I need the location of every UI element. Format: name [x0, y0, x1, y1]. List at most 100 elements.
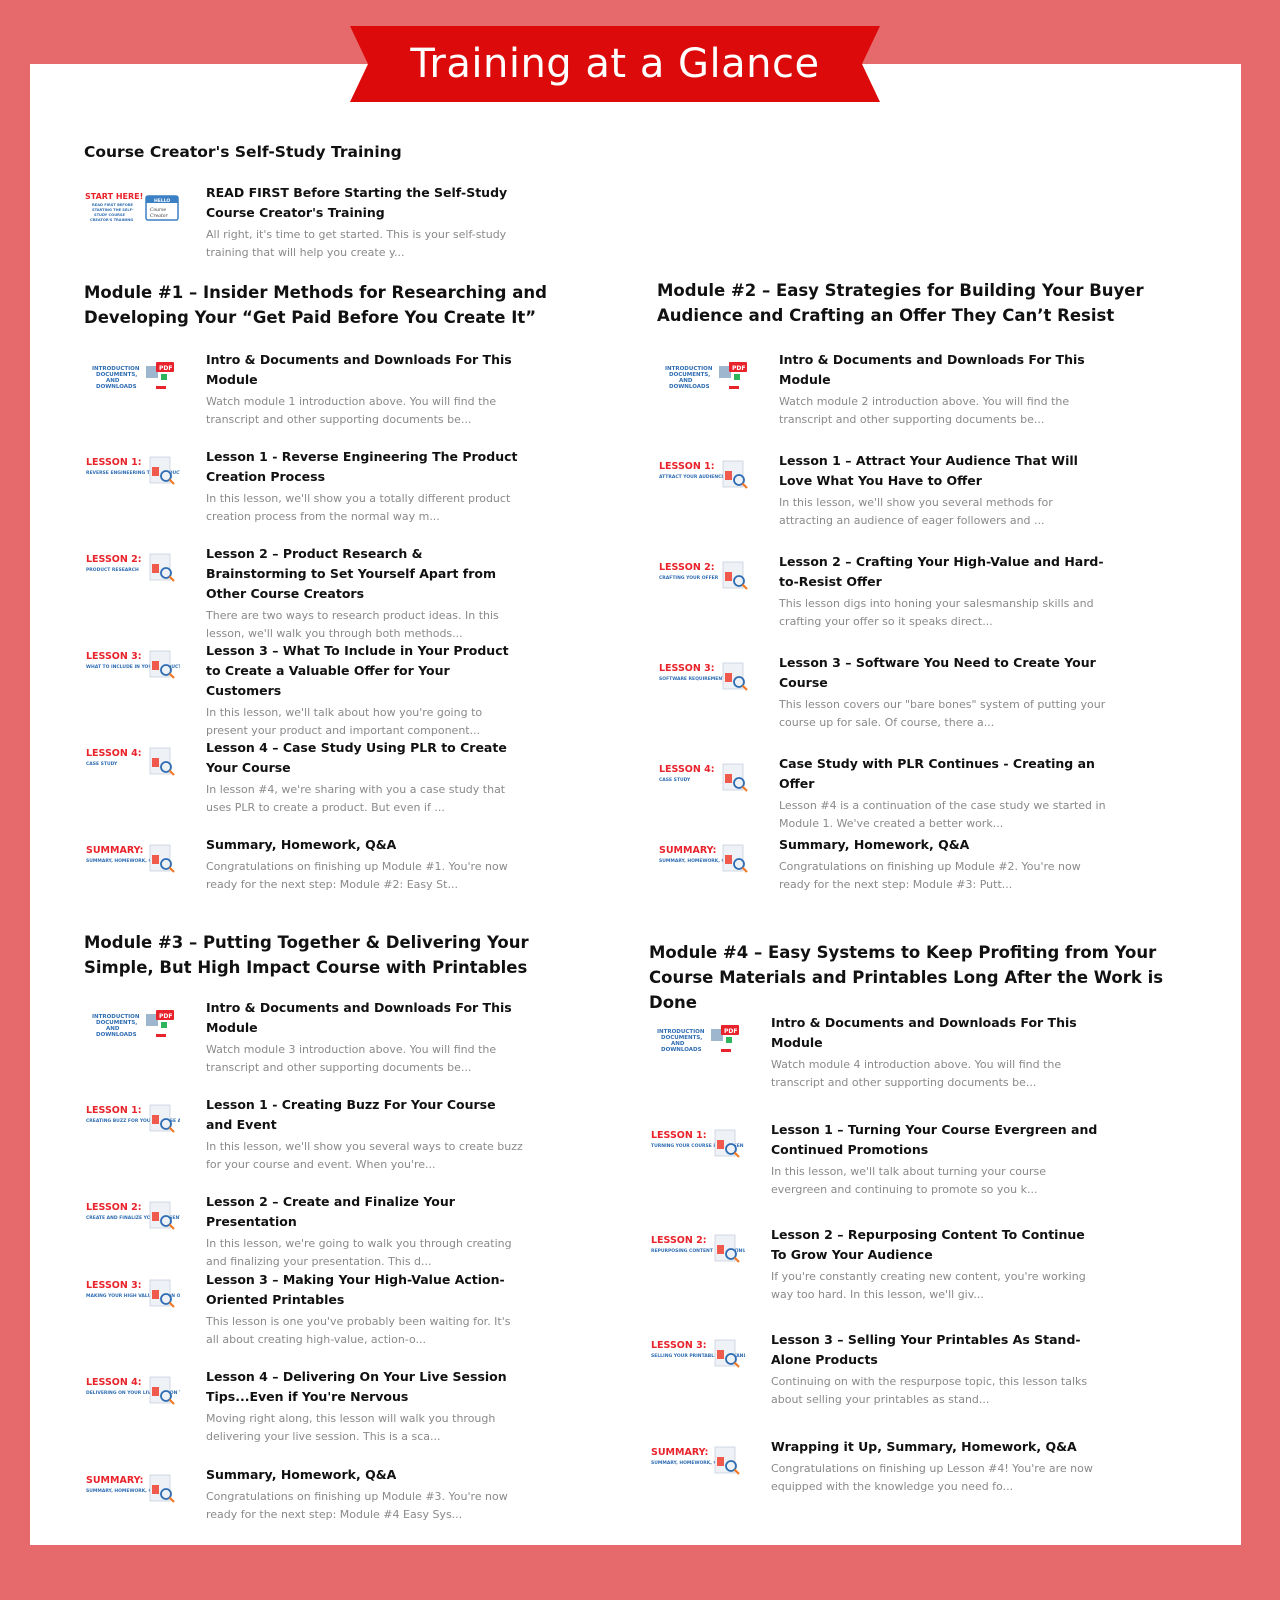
module-title: Module #2 – Easy Strategies for Building… — [657, 281, 1144, 325]
lesson-excerpt: This lesson is one you've probably been … — [206, 1315, 511, 1346]
lesson-excerpt: If you're constantly creating new conten… — [771, 1270, 1086, 1301]
lesson-thumbnail: LESSON 2:CREATE AND FINALIZE YOUR PRESEN… — [86, 1201, 180, 1230]
lesson-thumbnail: INTRODUCTIONDOCUMENTS,ANDDOWNLOADSPDF — [657, 1025, 739, 1053]
thumb-label: LESSON 2: — [659, 562, 715, 573]
thumb-label: LESSON 3: — [659, 663, 715, 674]
lesson-title-link[interactable]: Case Study with PLR Continues - Creating… — [779, 754, 1109, 794]
lesson-title-link[interactable]: Intro & Documents and Downloads For This… — [779, 350, 1109, 390]
lesson-excerpt: In this lesson, we'll show you a totally… — [206, 492, 511, 523]
lesson-title-link[interactable]: Summary, Homework, Q&A — [206, 835, 526, 855]
svg-text:PDF: PDF — [159, 1013, 172, 1020]
lesson-excerpt: In this lesson, we're going to walk you … — [206, 1237, 512, 1268]
lesson-thumbnail: START HERE! READ FIRST BEFORESTARTING THE… — [85, 192, 179, 222]
module-3-section: Module #3 – Putting Together & Deliverin… — [84, 930, 604, 980]
thumb-label: LESSON 3: — [86, 1280, 142, 1291]
thumb-label: LESSON 4: — [86, 1377, 142, 1388]
lesson-title-link[interactable]: Lesson 3 – What To Include in Your Produ… — [206, 641, 526, 701]
lesson-title-link[interactable]: READ FIRST Before Starting the Self-Stud… — [206, 183, 526, 223]
intro-section: Course Creator's Self-Study Training — [84, 140, 584, 165]
lesson-thumbnail: SUMMARY: SUMMARY, HOMEWORK, Q&A — [86, 1474, 175, 1503]
lesson-title-link[interactable]: Lesson 4 – Delivering On Your Live Sessi… — [206, 1367, 526, 1407]
lesson-thumbnail: LESSON 4:DELIVERING ON YOUR LIVE SESSION… — [86, 1376, 180, 1405]
lesson-title-link[interactable]: Lesson 3 – Making Your High-Value Action… — [206, 1270, 526, 1310]
section-title: Course Creator's Self-Study Training — [84, 143, 402, 161]
lesson-excerpt: All right, it's time to get started. Thi… — [206, 228, 507, 259]
lesson-title-link[interactable]: Lesson 2 – Crafting Your High-Value and … — [779, 552, 1109, 592]
lesson-thumbnail: LESSON 3:WHAT TO INCLUDE IN YOUR PRODUCT — [86, 650, 180, 679]
module-4-section: Module #4 – Easy Systems to Keep Profiti… — [649, 940, 1209, 1015]
thumb-label: LESSON 3: — [651, 1340, 707, 1351]
svg-text:READ FIRST BEFORE: READ FIRST BEFORE — [92, 203, 134, 207]
thumb-sub: SUMMARY, HOMEWORK, Q&A — [86, 1488, 160, 1494]
lesson-title-link[interactable]: Summary, Homework, Q&A — [779, 835, 1109, 855]
thumb-sub: CASE STUDY — [659, 777, 691, 783]
svg-text:HELLO: HELLO — [154, 198, 170, 204]
lesson-title-link[interactable]: Summary, Homework, Q&A — [206, 1465, 526, 1485]
lesson-thumbnail: LESSON 4: CASE STUDY — [86, 747, 175, 776]
lesson-excerpt: Watch module 3 introduction above. You w… — [206, 1043, 497, 1074]
lesson-title-link[interactable]: Lesson 1 – Attract Your Audience That Wi… — [779, 451, 1109, 491]
thumb-label: LESSON 4: — [86, 748, 142, 759]
thumb-label: SUMMARY: — [86, 1475, 143, 1486]
lesson-title-link[interactable]: Lesson 3 – Software You Need to Create Y… — [779, 653, 1109, 693]
svg-text:PDF: PDF — [732, 365, 745, 372]
lesson-excerpt: In lesson #4, we're sharing with you a c… — [206, 783, 506, 814]
lesson-title-link[interactable]: Lesson 1 – Turning Your Course Evergreen… — [771, 1120, 1101, 1160]
thumb-label: LESSON 1: — [659, 461, 715, 472]
lesson-title-link[interactable]: Intro & Documents and Downloads For This… — [771, 1013, 1101, 1053]
lesson-thumbnail: INTRODUCTIONDOCUMENTS,ANDDOWNLOADSPDF — [92, 362, 174, 390]
lesson-thumbnail: LESSON 2:REPURPOSING CONTENT TO CONTINUE… — [651, 1234, 745, 1263]
svg-text:PDF: PDF — [724, 1028, 737, 1035]
lesson-excerpt: Congratulations on finishing up Module #… — [206, 1490, 508, 1521]
svg-text:CREATOR'S TRAINING: CREATOR'S TRAINING — [90, 218, 133, 222]
svg-text:STARTING THE SELF-: STARTING THE SELF- — [92, 208, 134, 212]
thumb-sub: SOFTWARE REQUIREMENTS — [659, 676, 728, 682]
page-title: Training at a Glance — [410, 41, 820, 87]
lesson-title-link[interactable]: Wrapping it Up, Summary, Homework, Q&A — [771, 1437, 1101, 1457]
module-title: Module #3 – Putting Together & Deliverin… — [84, 933, 529, 977]
lesson-excerpt: Lesson #4 is a continuation of the case … — [779, 799, 1106, 830]
lesson-excerpt: In this lesson, we'll talk about turning… — [771, 1165, 1046, 1196]
lesson-excerpt: Continuing on with the respurpose topic,… — [771, 1375, 1088, 1406]
lesson-thumbnail: INTRODUCTIONDOCUMENTS,ANDDOWNLOADSPDF — [665, 362, 747, 390]
lesson-title-link[interactable]: Lesson 3 – Selling Your Printables As St… — [771, 1330, 1101, 1370]
module-title: Module #1 – Insider Methods for Research… — [84, 283, 547, 327]
lesson-excerpt: This lesson covers our "bare bones" syst… — [779, 698, 1106, 729]
module-1-section: Module #1 – Insider Methods for Research… — [84, 280, 604, 330]
lesson-thumbnail: SUMMARY: SUMMARY, HOMEWORK, Q&A — [86, 844, 175, 873]
lesson-title-link[interactable]: Lesson 1 - Reverse Engineering The Produ… — [206, 447, 526, 487]
svg-text:STUDY COURSE: STUDY COURSE — [94, 213, 125, 217]
thumb-sub: SUMMARY, HOMEWORK, Q&A — [86, 858, 160, 864]
lesson-excerpt: This lesson digs into honing your salesm… — [779, 597, 1094, 628]
lesson-title-link[interactable]: Lesson 4 – Case Study Using PLR to Creat… — [206, 738, 526, 778]
lesson-thumbnail: LESSON 2: PRODUCT RESEARCH — [86, 553, 175, 582]
thumb-label: LESSON 1: — [86, 1105, 142, 1116]
lesson-thumbnail: LESSON 3:SELLING YOUR PRINTABLES AS STAN… — [651, 1339, 745, 1368]
lesson-thumbnail: LESSON 1:CREATING BUZZ FOR YOUR COURSE A… — [86, 1104, 180, 1133]
lesson-title-link[interactable]: Lesson 2 – Product Research & Brainstorm… — [206, 544, 526, 604]
lesson-thumbnail: LESSON 2: CRAFTING YOUR OFFER — [659, 561, 748, 590]
thumb-sub: SUMMARY, HOMEWORK, Q&A — [651, 1460, 725, 1466]
thumb-sub: ATTRACT YOUR AUDIENCE — [659, 474, 725, 480]
lesson-thumbnail: SUMMARY: SUMMARY, HOMEWORK, Q&A — [651, 1446, 740, 1475]
thumb-label: LESSON 2: — [86, 554, 142, 565]
lesson-title-link[interactable]: Lesson 2 – Create and Finalize Your Pres… — [206, 1192, 526, 1232]
lesson-excerpt: Congratulations on finishing up Lesson #… — [771, 1462, 1093, 1493]
lesson-title-link[interactable]: Intro & Documents and Downloads For This… — [206, 998, 526, 1038]
thumb-sub: SUMMARY, HOMEWORK, Q&A — [659, 858, 733, 864]
thumb-label: START HERE! — [85, 192, 143, 201]
svg-text:DOWNLOADS: DOWNLOADS — [96, 1032, 137, 1038]
lesson-title-link[interactable]: Lesson 2 – Repurposing Content To Contin… — [771, 1225, 1101, 1265]
thumb-label: LESSON 4: — [659, 764, 715, 775]
svg-text:DOWNLOADS: DOWNLOADS — [661, 1047, 702, 1053]
thumb-label: LESSON 3: — [86, 651, 142, 662]
lesson-excerpt: In this lesson, we'll talk about how you… — [206, 706, 483, 737]
thumb-label: LESSON 2: — [651, 1235, 707, 1246]
lesson-title-link[interactable]: Lesson 1 - Creating Buzz For Your Course… — [206, 1095, 526, 1135]
lesson-thumbnail: LESSON 4: CASE STUDY — [659, 763, 748, 792]
lesson-excerpt: Watch module 4 introduction above. You w… — [771, 1058, 1062, 1089]
lesson-title-link[interactable]: Intro & Documents and Downloads For This… — [206, 350, 526, 390]
module-2-section: Module #2 – Easy Strategies for Building… — [657, 278, 1202, 328]
lesson-thumbnail: LESSON 1:TURNING YOUR COURSE EVERGREEN A… — [651, 1129, 745, 1158]
lesson-thumbnail: INTRODUCTIONDOCUMENTS,ANDDOWNLOADSPDF — [92, 1010, 174, 1038]
